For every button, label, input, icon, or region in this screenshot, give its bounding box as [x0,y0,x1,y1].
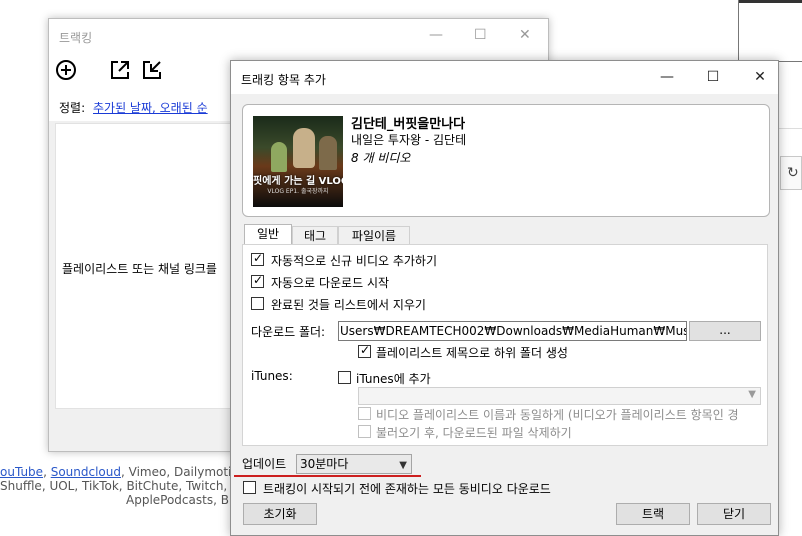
channel-subtitle: 내일은 투자왕 - 김단테 [351,133,467,147]
export-icon[interactable] [109,59,131,81]
track-button[interactable]: 트랙 [616,503,690,525]
youtube-link[interactable]: ouTube [0,465,43,479]
minimize-icon[interactable]: — [429,27,443,43]
itunes-delete-label: 불러오기 후, 다운로드된 파일 삭제하기 [376,426,572,440]
update-label: 업데이트 [242,457,287,471]
reset-button[interactable]: 초기화 [243,503,317,525]
download-existing-label: 트래킹이 시작되기 전에 존재하는 모든 동비디오 다운로드 [263,482,551,496]
itunes-delete-checkbox[interactable] [358,425,371,438]
sort-label: 정렬: [59,101,86,115]
auto-add-label: 자동적으로 신규 비디오 추가하기 [271,254,438,268]
itunes-playlist-select[interactable]: ▼ [358,387,761,405]
itunes-playlist-name-label: 비디오 플레이리스트 이름과 동일하게 (비디오가 플레이리스트 항목인 경 [376,408,739,422]
channel-info-card: 핏에게 가는 길 VLOG VLOG EP1. 출국장까지 김단테_버핏을만나다… [242,104,770,217]
reload-icon: ↻ [787,165,799,181]
channel-thumbnail: 핏에게 가는 길 VLOG VLOG EP1. 출국장까지 [253,116,343,207]
background-window-edge [738,0,802,62]
remove-completed-label: 완료된 것들 리스트에서 지우기 [271,298,426,312]
chevron-down-icon: ▼ [399,460,407,471]
thumbnail-subtitle: VLOG EP1. 출국장까지 [267,188,329,195]
video-count: 8 개 비디오 [351,151,411,165]
subfolder-checkbox[interactable] [358,343,371,358]
tab-general[interactable]: 일반 [244,224,292,246]
import-icon[interactable] [141,59,163,81]
itunes-add-label: iTunes에 추가 [356,372,431,386]
auto-download-label: 자동으로 다운로드 시작 [271,276,390,290]
auto-download-checkbox[interactable] [251,273,264,288]
tracking-window-title: 트랙킹 [59,31,93,45]
soundcloud-link[interactable]: Soundcloud [51,465,121,479]
add-tracking-dialog: 트래킹 항목 추가 — ☐ ✕ 핏에게 가는 길 VLOG VLOG EP1. … [230,60,779,536]
auto-add-checkbox[interactable] [251,251,264,266]
update-interval-select[interactable]: 30분마다 ▼ [296,454,412,474]
dialog-titlebar: 트래킹 항목 추가 — ☐ ✕ [231,61,778,94]
remove-completed-checkbox[interactable] [251,297,264,310]
add-circle-icon[interactable] [55,59,77,81]
channel-name: 김단테_버핏을만나다 [351,117,466,132]
background-reload-button[interactable]: ↻ [780,156,802,190]
supported-sites-list: ouTube, Soundcloud, Vimeo, Dailymotion S… [0,465,247,507]
download-existing-checkbox[interactable] [243,481,256,494]
download-folder-label: 다운로드 폴더: [251,325,326,339]
thumbnail-title: 핏에게 가는 길 VLOG [253,176,343,187]
update-interval-value: 30분마다 [300,457,349,471]
maximize-icon[interactable]: ☐ [474,27,487,43]
supported-sites-row3: ApplePodcasts, Br [126,493,234,507]
dialog-title: 트래킹 항목 추가 [241,73,326,87]
maximize-icon[interactable]: ☐ [703,67,723,87]
tab-tags[interactable]: 태그 [292,226,338,246]
minimize-icon[interactable]: — [657,67,677,87]
supported-sites-row2: Shuffle, UOL, TikTok, BitChute, Twitch, … [0,479,247,493]
tracking-window-titlebar: 트랙킹 — ☐ ✕ [49,19,548,53]
highlight-underline [234,475,421,477]
subfolder-label: 플레이리스트 제목으로 하위 폴더 생성 [376,346,568,360]
sort-order-link[interactable]: 추가된 날짜, 오래된 순 [93,99,208,116]
itunes-add-checkbox[interactable] [338,371,351,384]
close-icon[interactable]: ✕ [519,27,531,43]
close-icon[interactable]: ✕ [750,67,770,87]
tracking-hint-text: 플레이리스트 또는 채널 링크를 [62,262,217,276]
chevron-down-icon: ▼ [748,389,756,400]
download-folder-input[interactable]: Users₩DREAMTECH002₩Downloads₩MediaHuman₩… [338,321,687,341]
browse-folder-button[interactable]: ... [689,321,761,341]
tab-filename[interactable]: 파일이름 [338,226,410,246]
itunes-section-label: iTunes: [251,369,293,383]
close-button[interactable]: 닫기 [697,503,771,525]
itunes-playlist-name-checkbox[interactable] [358,407,371,420]
general-tab-panel: 자동적으로 신규 비디오 추가하기 자동으로 다운로드 시작 완료된 것들 리스… [242,244,768,446]
